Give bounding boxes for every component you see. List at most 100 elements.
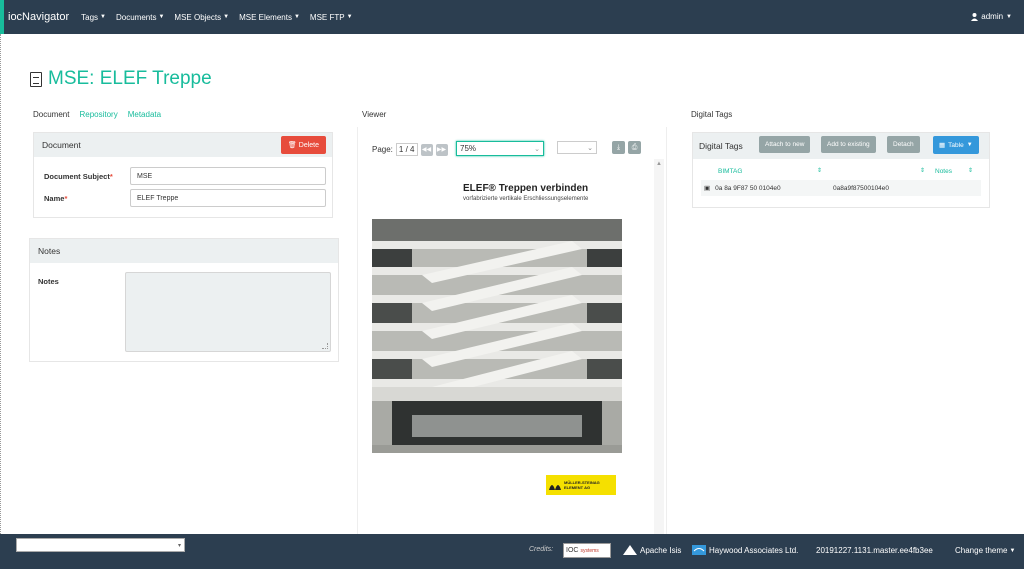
top-navbar: iocNavigator Tags ▼ Documents ▼ MSE Object… [0, 0, 1024, 34]
pdf-page: ELEF® Treppen verbinden vorfabrizierte v… [370, 161, 653, 537]
haywood-credit-link[interactable]: Haywood Associates Ltd. [692, 545, 798, 555]
tag-id-cell: 0a8a9f87500104e0 [833, 184, 890, 192]
caret-down-icon: ▼ [1009, 547, 1016, 554]
field-label: Document Subject* [44, 171, 113, 181]
viewer-label: Viewer [362, 110, 387, 119]
column-header-notes[interactable]: Notes [935, 168, 952, 175]
haywood-logo-icon [692, 545, 706, 555]
tag-icon: ▣ [704, 185, 711, 192]
download-icon: ⤓ [616, 143, 621, 151]
menu-label: Documents [116, 12, 157, 22]
caret-down-icon: ▼ [223, 14, 230, 20]
menu-documents[interactable]: Documents ▼ [116, 13, 164, 22]
next-page-button[interactable]: ▶▶ [435, 143, 448, 156]
zoom-select[interactable]: 75% ⌄ [456, 141, 544, 156]
menu-mse-ftp[interactable]: MSE FTP ▼ [310, 13, 353, 22]
page-number-input[interactable]: 1 / 4 [395, 143, 418, 156]
chevron-down-icon: ⌄ [587, 144, 593, 152]
field-name: Name* ELEF Treppe [44, 189, 326, 207]
detach-button[interactable]: Detach [887, 136, 920, 153]
notes-label: Notes [38, 277, 59, 286]
menu-label: MSE Elements [239, 12, 292, 22]
brand-name[interactable]: iocNavigator [8, 11, 69, 23]
caret-down-icon: ▼ [966, 142, 973, 148]
bimtag-cell[interactable]: 0a 8a 9F87 50 0104e0 [715, 185, 780, 192]
user-name: admin [981, 12, 1004, 21]
digital-tags-title: Digital Tags [699, 141, 743, 151]
resize-grip-icon[interactable] [322, 343, 328, 349]
attach-to-new-button[interactable]: Attach to new [759, 136, 811, 153]
delete-label: Delete [298, 141, 319, 149]
company-logo: MÜLLER-STEINAG ELEMENT AG [546, 475, 616, 495]
user-icon [971, 12, 979, 21]
user-menu[interactable]: admin ▼ [971, 12, 1012, 21]
isis-logo-icon [623, 545, 637, 555]
caret-down-icon: ▼ [158, 14, 165, 20]
caret-down-icon: ▼ [346, 14, 353, 20]
table-row[interactable]: ▣ 0a 8a 9F87 50 0104e0 0a8a9f87500104e0 [701, 180, 981, 196]
field-document-subject: Document Subject* MSE [44, 167, 326, 185]
digital-tags-label: Digital Tags [691, 110, 733, 119]
name-input[interactable]: ELEF Treppe [130, 189, 326, 207]
menu-label: MSE Objects [174, 12, 222, 22]
tab-bar: Document Repository Metadata [33, 110, 161, 119]
document-panel: Document 🗑 Delete Document Subject* MSE N… [33, 132, 333, 218]
table-view-button[interactable]: ▦ Table ▼ [933, 136, 979, 154]
scale-select[interactable]: ⌄ [557, 141, 597, 154]
logo-mark-icon [549, 485, 561, 490]
navbar-accent [0, 0, 4, 34]
menu-mse-elements[interactable]: MSE Elements ▼ [239, 13, 300, 22]
left-border [0, 34, 1, 534]
menu-tags[interactable]: Tags ▼ [81, 13, 106, 22]
sort-icon[interactable]: ⇕ [968, 167, 973, 174]
main-menu: Tags ▼ Documents ▼ MSE Objects ▼ MSE Elemen… [81, 13, 352, 22]
digital-tags-panel: Digital Tags Attach to new Add to existi… [692, 132, 990, 208]
document-panel-title: Document [42, 140, 81, 150]
doc-subheading: vorfabrizierte vertikale Erschliessungse… [463, 196, 589, 202]
sort-icon[interactable]: ⇕ [920, 167, 925, 174]
caret-down-icon: ▾ [177, 542, 181, 549]
change-theme-menu[interactable]: Change theme ▼ [955, 546, 1015, 555]
prev-page-button[interactable]: ◀◀ [420, 143, 433, 156]
field-label: Name* [44, 193, 68, 203]
tab-metadata[interactable]: Metadata [128, 110, 161, 119]
page-title: MSE: ELEF Treppe [30, 68, 212, 90]
menu-mse-objects[interactable]: MSE Objects ▼ [174, 13, 229, 22]
page-label: Page: [372, 145, 393, 154]
chevron-down-icon: ⌄ [534, 145, 540, 153]
delete-button[interactable]: 🗑 Delete [280, 136, 326, 154]
scroll-up-icon[interactable]: ▲ [654, 161, 664, 167]
tab-document[interactable]: Document [33, 110, 69, 119]
document-subject-input[interactable]: MSE [130, 167, 326, 185]
menu-label: Tags [81, 12, 99, 22]
caret-down-icon: ▼ [293, 14, 300, 20]
footer-select[interactable]: ▾ [16, 538, 185, 552]
pager: Page: 1 / 4 ◀◀ ▶▶ [372, 143, 448, 156]
print-icon: ⎙ [631, 143, 638, 151]
caret-down-icon: ▼ [100, 14, 106, 20]
table-icon: ▦ [939, 142, 946, 149]
column-header-bimtag[interactable]: BIMTAG [718, 168, 742, 175]
apache-isis-credit-link[interactable]: Apache Isis [623, 545, 681, 555]
caret-down-icon: ▼ [1006, 13, 1012, 20]
doc-heading: ELEF® Treppen verbinden [463, 183, 589, 194]
pdf-viewer: Page: 1 / 4 ◀◀ ▶▶ 75% ⌄ ⌄ ⤓ ⎙ ELEF® Trep… [357, 127, 667, 537]
pdf-file-icon [30, 71, 42, 87]
add-to-existing-button[interactable]: Add to existing [821, 136, 876, 153]
notes-panel-header: Notes [30, 239, 338, 263]
ioc-credit-link[interactable]: IOC systems [563, 543, 611, 558]
notes-textarea[interactable] [125, 272, 331, 352]
footer: ▾ Credits: IOC systems Apache Isis Haywoo… [0, 534, 1024, 569]
print-button[interactable]: ⎙ [628, 141, 641, 154]
document-panel-header: Document 🗑 Delete [34, 133, 332, 157]
version-label: 20191227.1131.master.ee4fb3ee [816, 546, 933, 555]
digital-tags-header: Digital Tags Attach to new Add to existi… [693, 133, 989, 159]
notes-panel-title: Notes [38, 246, 61, 256]
page-title-text: MSE: ELEF Treppe [48, 68, 212, 89]
tab-repository[interactable]: Repository [79, 110, 117, 119]
trash-icon: 🗑 [287, 142, 297, 149]
viewer-scrollbar[interactable]: ▲ [654, 159, 664, 534]
zoom-value: 75% [460, 144, 477, 153]
download-button[interactable]: ⤓ [612, 141, 625, 154]
sort-icon[interactable]: ⇕ [817, 167, 822, 174]
